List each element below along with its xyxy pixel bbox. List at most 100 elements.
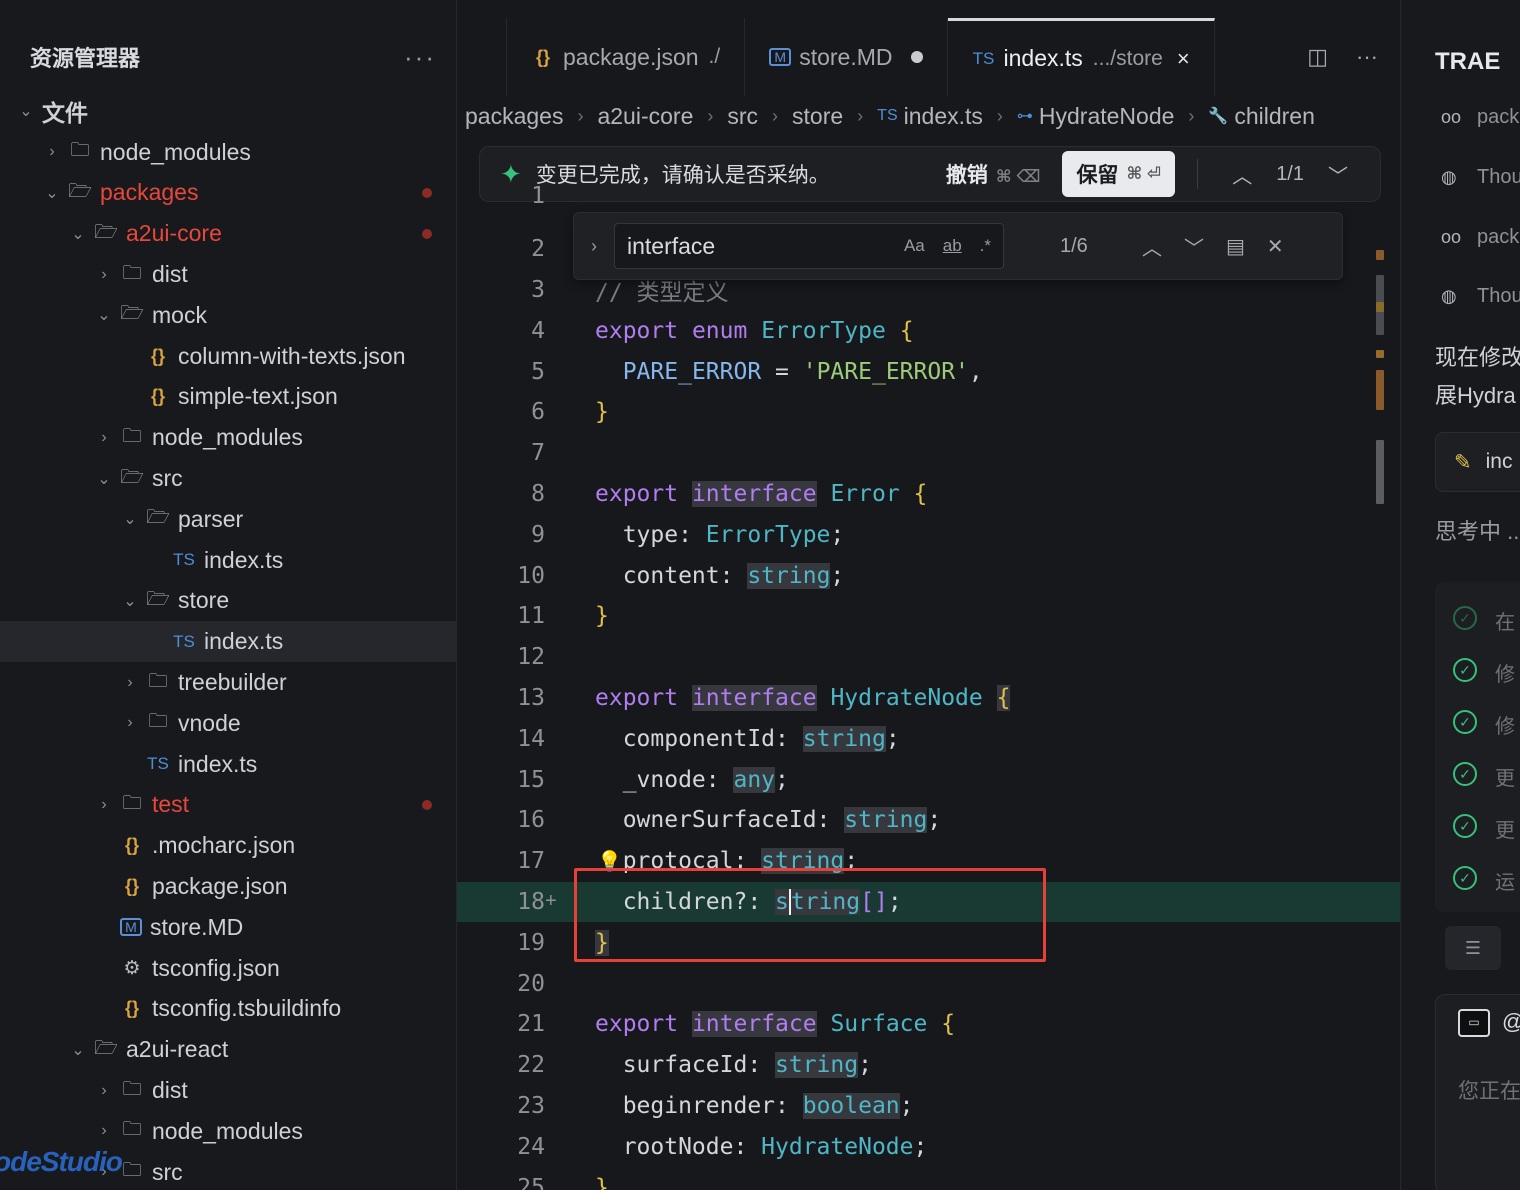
file-item[interactable]: TS index.ts	[0, 621, 456, 663]
breadcrumb-item[interactable]: packages	[465, 103, 563, 130]
folder-icon: 🗀	[148, 670, 168, 692]
line-number: 2	[531, 236, 545, 263]
code-line[interactable]: 20	[457, 963, 1401, 1004]
file-item[interactable]: {} simple-text.json	[0, 377, 456, 418]
folder-item[interactable]: ⌄ 🗁 store	[0, 581, 456, 622]
code-line[interactable]: 11}	[457, 596, 1401, 637]
folder-item[interactable]: › 🗀 vnode	[0, 703, 456, 744]
folder-item[interactable]: ⌄ 文件	[0, 91, 456, 132]
tab-path: ./	[708, 45, 721, 68]
folder-item[interactable]: ⌄ 🗁 a2ui-react	[0, 1029, 456, 1070]
item-label: packages	[100, 179, 199, 206]
code-editor[interactable]: 1 2 3// 类型定义 4 export enum ErrorType {5 PARE…	[457, 183, 1401, 1190]
tab-store-md[interactable]: M store.MD	[745, 18, 948, 96]
code-line[interactable]: 1	[457, 176, 1401, 217]
folder-icon: 🗀	[122, 262, 142, 284]
code-line[interactable]: 7	[457, 433, 1401, 474]
mention-button[interactable]: @	[1502, 1009, 1520, 1035]
line-number: 10	[517, 562, 545, 589]
file-item[interactable]: ⚙ tsconfig.json	[0, 948, 456, 989]
folder-item[interactable]: › 🗀 node_modules	[0, 132, 456, 173]
find-input[interactable]: interface Aa ab .*	[614, 223, 1004, 269]
code-line[interactable]: 16 ownerSurfaceId: string;	[457, 800, 1401, 841]
terminal-icon[interactable]: ▭	[1458, 1009, 1490, 1037]
code-line[interactable]: 10 content: string;	[457, 555, 1401, 596]
code-line[interactable]: 9 type: ErrorType;	[457, 514, 1401, 555]
close-icon[interactable]: ✕	[1267, 234, 1284, 259]
folder-item[interactable]: › 🗀 test	[0, 785, 456, 826]
code-line[interactable]: 14 componentId: string;	[457, 718, 1401, 759]
code-line[interactable]: 4 export enum ErrorType {	[457, 310, 1401, 351]
file-item[interactable]: {} package.json	[0, 866, 456, 907]
tab-index-ts[interactable]: TS index.ts .../store ×	[947, 18, 1215, 96]
item-label: index.ts	[204, 628, 284, 655]
folder-item[interactable]: ⌄ 🗁 src	[0, 458, 456, 499]
folder-item[interactable]: ⌄ 🗁 mock	[0, 295, 456, 336]
breadcrumb-item[interactable]: store	[792, 103, 843, 130]
next-match-icon[interactable]: ﹀	[1184, 232, 1204, 261]
tab-path: .../store	[1092, 46, 1163, 70]
code-line[interactable]: 8 export interface Error {	[457, 474, 1401, 515]
line-number: 16	[517, 807, 545, 834]
breadcrumb-item[interactable]: src	[727, 103, 758, 130]
code-line[interactable]: 13 export interface HydrateNode {	[457, 678, 1401, 719]
file-item[interactable]: TS index.ts	[0, 540, 456, 581]
breadcrumb-item[interactable]: a2ui-core	[597, 103, 693, 130]
more-icon[interactable]: ···	[404, 42, 436, 73]
code-line[interactable]: 6}	[457, 392, 1401, 433]
code-line[interactable]: 5 PARE_ERROR = 'PARE_ERROR',	[457, 351, 1401, 392]
find-in-selection-icon[interactable]: ▤	[1226, 234, 1245, 259]
code-line[interactable]: 21 export interface Surface {	[457, 1004, 1401, 1045]
code-line[interactable]: 25}	[457, 1167, 1401, 1190]
item-label: package.json	[152, 873, 288, 900]
folder-open-icon: 🗁	[94, 221, 118, 243]
code-line[interactable]: 12	[457, 637, 1401, 678]
file-edit-card[interactable]: ✎ inc	[1435, 432, 1520, 492]
file-item[interactable]: {} tsconfig.tsbuildinfo	[0, 989, 456, 1030]
chevron-right-icon: ›	[101, 1081, 107, 1099]
file-item[interactable]: Mstore.MD	[0, 907, 456, 948]
code-line[interactable]: 23 beginrender: boolean;	[457, 1086, 1401, 1127]
previous-match-icon[interactable]: ︿	[1142, 232, 1162, 261]
thought-item[interactable]: ◍ Thou	[1441, 285, 1520, 308]
code-line[interactable]: 24 rootNode: HydrateNode;	[457, 1126, 1401, 1167]
code-text: export interface Surface {	[595, 1011, 956, 1038]
context-item[interactable]: oo pack	[1441, 106, 1519, 129]
breadcrumb: packages › a2ui-core › src › store › TS index.ts ›…	[465, 96, 1400, 136]
scrollbar[interactable]	[1376, 220, 1386, 520]
file-item[interactable]: TS index.ts	[0, 744, 456, 785]
chevron-right-icon[interactable]: ›	[574, 236, 614, 257]
folder-item[interactable]: › 🗀 dist	[0, 1070, 456, 1111]
breadcrumb-item[interactable]: index.ts	[904, 103, 983, 130]
breadcrumb-item[interactable]: HydrateNode	[1039, 103, 1175, 130]
match-case-toggle[interactable]: Aa	[904, 236, 925, 256]
file-item[interactable]: {} .mocharc.json	[0, 825, 456, 866]
folder-item[interactable]: ⌄ 🗁 packages	[0, 173, 456, 214]
check-circle-icon: ✓	[1453, 658, 1477, 682]
folder-item[interactable]: › 🗀 dist	[0, 254, 456, 295]
chat-input[interactable]: ▭ @ 您正在	[1435, 994, 1520, 1190]
regex-toggle[interactable]: .*	[980, 236, 991, 256]
context-item[interactable]: oo pack	[1441, 226, 1519, 249]
folder-item[interactable]: › 🗀 treebuilder	[0, 662, 456, 703]
line-number: 11	[517, 603, 545, 630]
task-list-icon[interactable]: ☰	[1445, 926, 1501, 970]
folder-item[interactable]: › 🗀 node_modules	[0, 417, 456, 458]
tab-package-json[interactable]: {} package.json ./	[507, 18, 746, 96]
task-list: ✓ 在 ✓ 修 ✓ 修 ✓ 更 ✓ 更 ✓ 运	[1435, 582, 1520, 912]
breadcrumb-item[interactable]: children	[1234, 103, 1315, 130]
code-line[interactable]: 15 _vnode: any;	[457, 759, 1401, 800]
folder-item[interactable]: ⌄ 🗁 a2ui-core	[0, 213, 456, 254]
code-text: }	[595, 1174, 609, 1190]
whole-word-toggle[interactable]: ab	[943, 236, 962, 256]
file-item[interactable]: {} column-with-texts.json	[0, 336, 456, 377]
folder-item[interactable]: ⌄ 🗁 parser	[0, 499, 456, 540]
item-label: column-with-texts.json	[178, 342, 406, 369]
folder-icon: 🗀	[122, 425, 142, 447]
close-icon[interactable]: ×	[1177, 46, 1190, 72]
thought-item[interactable]: ◍ Thou	[1441, 166, 1520, 189]
code-line[interactable]: 22 surfaceId: string;	[457, 1045, 1401, 1086]
more-icon[interactable]: ···	[1356, 44, 1378, 70]
line-number: 8	[531, 480, 545, 507]
split-editor-icon[interactable]: ◫	[1307, 44, 1328, 70]
